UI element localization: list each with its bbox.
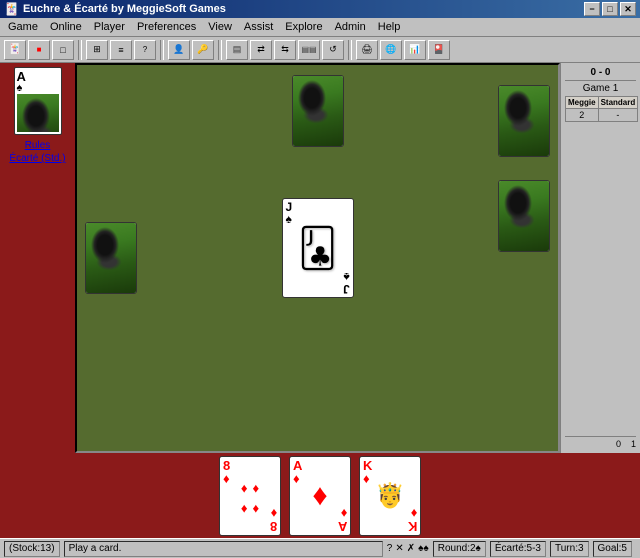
card-8-rank-br: 8♦ bbox=[270, 507, 277, 533]
tb-new[interactable]: 🃏 bbox=[4, 40, 26, 60]
card-ace-rank-br: A♦ bbox=[338, 507, 347, 533]
round-status: Round:2 ♠ bbox=[433, 541, 486, 557]
score-col2-header: Standard bbox=[598, 97, 638, 109]
menu-preferences[interactable]: Preferences bbox=[131, 18, 202, 36]
tb-sep1 bbox=[78, 40, 82, 60]
status-icons: ? ✕ ✗ ♠♠ bbox=[387, 543, 429, 554]
tb-btn8[interactable]: ⇆ bbox=[274, 40, 296, 60]
maximize-button[interactable]: □ bbox=[602, 2, 618, 16]
card-ace-suit: ♦ bbox=[293, 472, 302, 485]
ecarte-label: Écarté:5-3 bbox=[495, 543, 541, 554]
menu-player[interactable]: Player bbox=[88, 18, 131, 36]
tb-save[interactable]: □ bbox=[52, 40, 74, 60]
game-table: J♠ 🃛 J♠ bbox=[75, 63, 560, 453]
card-king-center: 🤴 bbox=[375, 481, 405, 510]
card-king-rank-br: K♦ bbox=[408, 507, 417, 533]
menu-explore[interactable]: Explore bbox=[279, 18, 328, 36]
card-suit-label: ♠ bbox=[17, 83, 26, 94]
tb-sep2 bbox=[160, 40, 164, 60]
tb-btn12[interactable]: 🌐 bbox=[380, 40, 402, 60]
card-8-diamonds[interactable]: 8 ♦ 8♦ ♦ ♦ ♦ ♦ bbox=[219, 456, 281, 536]
score-row2-c1: 0 bbox=[616, 439, 621, 449]
cards-icon[interactable]: ♠♠ bbox=[418, 543, 429, 554]
tb-sep3 bbox=[218, 40, 222, 60]
menu-game[interactable]: Game bbox=[2, 18, 44, 36]
card-king-diamonds[interactable]: K ♦ K♦ 🤴 bbox=[359, 456, 421, 536]
opponent-top-card bbox=[292, 75, 344, 147]
menu-bar: Game Online Player Preferences View Assi… bbox=[0, 18, 640, 37]
stock-status: (Stock:13) bbox=[4, 541, 60, 557]
minimize-button[interactable]: − bbox=[584, 2, 600, 16]
tb-btn6[interactable]: ▤ bbox=[226, 40, 248, 60]
menu-help[interactable]: Help bbox=[372, 18, 407, 36]
score-col1-header: Meggie bbox=[566, 97, 599, 109]
window-title: Euchre & Écarté by MeggieSoft Games bbox=[23, 3, 226, 15]
card-8-suit: ♦ bbox=[223, 472, 230, 485]
jack-of-spades-card: J♠ 🃛 J♠ bbox=[282, 198, 354, 298]
title-bar: 🃏 Euchre & Écarté by MeggieSoft Games − … bbox=[0, 0, 640, 18]
tb-btn2[interactable]: ≡ bbox=[110, 40, 132, 60]
score-header: 0 - 0 bbox=[565, 67, 636, 81]
toolbar: 🃏 ■ □ ⊞ ≡ ? 👤 🔑 ▤ ⇄ ⇆ ▤▤ ↺ 🖨 🌐 📊 🎴 bbox=[0, 37, 640, 63]
card-king-rank: K bbox=[363, 459, 372, 472]
tb-btn5[interactable]: 🔑 bbox=[192, 40, 214, 60]
variant-link[interactable]: Écarté (Std.) bbox=[9, 152, 65, 165]
tb-sep4 bbox=[348, 40, 352, 60]
app-icon: 🃏 bbox=[4, 2, 19, 16]
player-hand: 8 ♦ 8♦ ♦ ♦ ♦ ♦ A ♦ A♦ ♦ K ♦ K♦ 🤴 bbox=[0, 453, 640, 538]
stock-label: (Stock:13) bbox=[9, 543, 55, 554]
goal-status: Goal:5 bbox=[593, 541, 632, 557]
score-panel: 0 - 0 Game 1 Meggie Standard 2 - 0 1 bbox=[560, 63, 640, 453]
score-table: Meggie Standard 2 - bbox=[565, 96, 638, 122]
tb-btn13[interactable]: 📊 bbox=[404, 40, 426, 60]
jack-rank-bottom: J♠ bbox=[343, 271, 350, 295]
rules-link[interactable]: Rules bbox=[9, 139, 65, 152]
status-bar: (Stock:13) Play a card. ? ✕ ✗ ♠♠ Round:2… bbox=[0, 538, 640, 558]
round-label: Round:2 bbox=[438, 543, 476, 554]
tb-btn14[interactable]: 🎴 bbox=[428, 40, 450, 60]
tb-btn3[interactable]: ? bbox=[134, 40, 156, 60]
game-label: Game 1 bbox=[565, 83, 636, 94]
left-sidebar: A ♠ Rules Écarté (Std.) bbox=[0, 63, 75, 453]
opponent-right-bottom-card bbox=[498, 180, 550, 252]
card-ace-center: ♦ bbox=[312, 479, 327, 513]
menu-view[interactable]: View bbox=[202, 18, 238, 36]
cancel-icon[interactable]: ✕ bbox=[395, 543, 403, 554]
tb-btn10[interactable]: ↺ bbox=[322, 40, 344, 60]
card-king-suit: ♦ bbox=[363, 472, 372, 485]
tb-btn9[interactable]: ▤▤ bbox=[298, 40, 320, 60]
card-8-rank: 8 bbox=[223, 459, 230, 472]
turn-label: Turn:3 bbox=[555, 543, 584, 554]
game-area: A ♠ Rules Écarté (Std.) bbox=[0, 63, 640, 453]
cross-icon[interactable]: ✗ bbox=[407, 543, 415, 554]
menu-online[interactable]: Online bbox=[44, 18, 88, 36]
card-ace-diamonds[interactable]: A ♦ A♦ ♦ bbox=[289, 456, 351, 536]
tb-btn4[interactable]: 👤 bbox=[168, 40, 190, 60]
tb-btn7[interactable]: ⇄ bbox=[250, 40, 272, 60]
close-button[interactable]: ✕ bbox=[620, 2, 636, 16]
menu-admin[interactable]: Admin bbox=[329, 18, 372, 36]
goal-label: Goal:5 bbox=[598, 543, 627, 554]
card-ace-rank: A bbox=[293, 459, 302, 472]
jack-face: 🃛 bbox=[283, 213, 353, 283]
score-row1-c2: - bbox=[598, 109, 638, 122]
opponent-left-card bbox=[85, 222, 137, 294]
tb-btn1[interactable]: ⊞ bbox=[86, 40, 108, 60]
tb-open[interactable]: ■ bbox=[28, 40, 50, 60]
opponent-right-top-card bbox=[498, 85, 550, 157]
tb-btn11[interactable]: 🖨 bbox=[356, 40, 378, 60]
message-status: Play a card. bbox=[64, 541, 383, 557]
turn-status: Turn:3 bbox=[550, 541, 589, 557]
score-row1-c1: 2 bbox=[566, 109, 599, 122]
round-suit: ♠ bbox=[476, 543, 481, 554]
sidebar-links: Rules Écarté (Std.) bbox=[9, 139, 65, 165]
play-message: Play a card. bbox=[69, 543, 122, 554]
ace-of-spades-card: A ♠ bbox=[14, 67, 62, 135]
menu-assist[interactable]: Assist bbox=[238, 18, 279, 36]
score-row2-c2: 1 bbox=[631, 439, 636, 449]
ecarte-status: Écarté:5-3 bbox=[490, 541, 546, 557]
help-icon[interactable]: ? bbox=[387, 543, 393, 554]
